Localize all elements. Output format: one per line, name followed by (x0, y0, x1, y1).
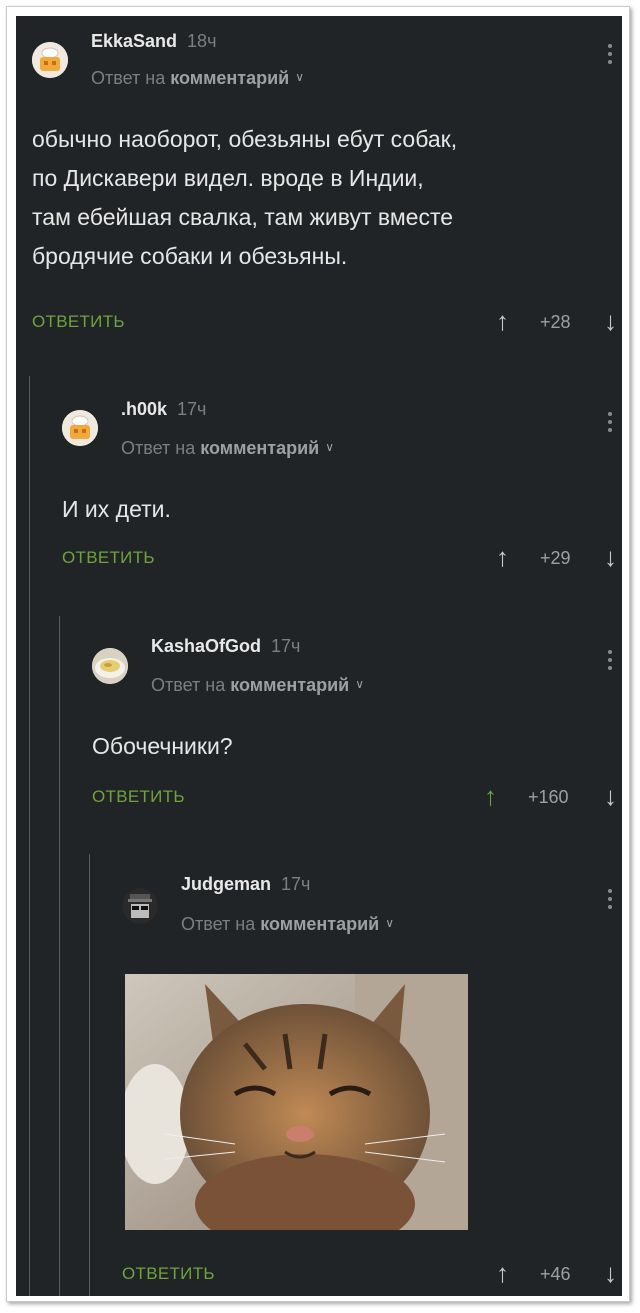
chevron-down-icon: ∨ (325, 440, 335, 454)
reply-button[interactable]: ОТВЕТИТЬ (122, 1264, 215, 1284)
reply-to-prefix: Ответ на (121, 438, 196, 458)
arrow-up-icon[interactable]: ↑ (484, 781, 497, 812)
kebab-menu-icon[interactable] (608, 889, 614, 913)
reply-to-target: комментарий (230, 675, 350, 695)
reply-to-prefix: Ответ на (91, 68, 166, 88)
chevron-down-icon: ∨ (295, 70, 305, 84)
reply-button[interactable]: ОТВЕТИТЬ (62, 548, 155, 568)
reply-to-link[interactable]: Ответ на комментарий ∨ (181, 914, 394, 935)
judge-avatar-icon (122, 888, 158, 924)
arrow-down-icon[interactable]: ↓ (604, 542, 617, 573)
arrow-down-icon[interactable]: ↓ (604, 781, 617, 812)
arrow-up-icon[interactable]: ↑ (496, 306, 509, 337)
reply-to-link[interactable]: Ответ на комментарий ∨ (121, 438, 334, 459)
comment-score: +28 (540, 312, 571, 332)
vote-controls: ↑ +28 ↓ (496, 306, 622, 340)
arrow-down-icon[interactable]: ↓ (604, 1258, 617, 1289)
comment-score: +46 (540, 1264, 571, 1284)
cook-avatar-icon (32, 42, 68, 78)
comment-author[interactable]: Judgeman (181, 874, 271, 894)
kebab-menu-icon[interactable] (608, 44, 614, 68)
reply-to-target: комментарий (260, 914, 380, 934)
kebab-menu-icon[interactable] (608, 412, 614, 436)
chevron-down-icon: ∨ (355, 677, 365, 691)
cook-avatar-icon (62, 410, 98, 446)
comment-score: +160 (528, 787, 569, 807)
vote-controls: ↑ +160 ↓ (484, 781, 622, 815)
comment-author[interactable]: EkkaSand (91, 31, 177, 51)
reply-to-link[interactable]: Ответ на комментарий ∨ (151, 675, 364, 696)
comment-author[interactable]: KashaOfGod (151, 636, 261, 656)
thread-line-level-2[interactable] (59, 616, 60, 1296)
thread-line-level-1[interactable] (29, 376, 30, 1296)
vote-controls: ↑ +29 ↓ (496, 542, 622, 576)
avatar[interactable] (92, 648, 128, 684)
avatar[interactable] (32, 42, 68, 78)
porridge-avatar-icon (92, 648, 128, 684)
reply-button[interactable]: ОТВЕТИТЬ (32, 312, 125, 332)
reply-button[interactable]: ОТВЕТИТЬ (92, 787, 185, 807)
smug-cat-photo (125, 974, 468, 1230)
reply-to-prefix: Ответ на (151, 675, 226, 695)
comment-text-line: Обочечники? (92, 733, 233, 759)
arrow-up-icon[interactable]: ↑ (496, 1258, 509, 1289)
comment-text-line: по Дискавери видел. вроде в Индии, (32, 165, 424, 191)
comment-time: 17ч (177, 399, 207, 419)
comment-text: обычно наоборот, обезьяны ебут собак, по… (32, 120, 457, 276)
thread-line-level-3[interactable] (89, 854, 90, 1296)
comment-score: +29 (540, 548, 571, 568)
reply-to-target: комментарий (170, 68, 290, 88)
comment-text-line: И их дети. (62, 496, 171, 522)
comment-text: И их дети. (62, 490, 171, 529)
vote-controls: ↑ +46 ↓ (496, 1258, 622, 1292)
avatar[interactable] (62, 410, 98, 446)
chevron-down-icon: ∨ (385, 916, 395, 930)
comment-author[interactable]: .h00k (121, 399, 167, 419)
comment-image[interactable] (125, 974, 468, 1230)
comment-text-line: обычно наоборот, обезьяны ебут собак, (32, 126, 458, 152)
comment-text-line: бродячие собаки и обезьяны. (32, 243, 348, 269)
reply-to-link[interactable]: Ответ на комментарий ∨ (91, 68, 304, 89)
reply-to-prefix: Ответ на (181, 914, 256, 934)
arrow-down-icon[interactable]: ↓ (604, 306, 617, 337)
comment-text-line: там ебейшая свалка, там живут вместе (32, 204, 454, 230)
comment-text: Обочечники? (92, 727, 233, 766)
comment-time: 17ч (281, 874, 311, 894)
comments-screen: EkkaSand 18ч Ответ на комментарий ∨ обычно… (16, 16, 622, 1296)
comment-time: 18ч (187, 31, 217, 51)
arrow-up-icon[interactable]: ↑ (496, 542, 509, 573)
reply-to-target: комментарий (200, 438, 320, 458)
comment-time: 17ч (271, 636, 301, 656)
kebab-menu-icon[interactable] (608, 650, 614, 674)
avatar[interactable] (122, 888, 158, 924)
